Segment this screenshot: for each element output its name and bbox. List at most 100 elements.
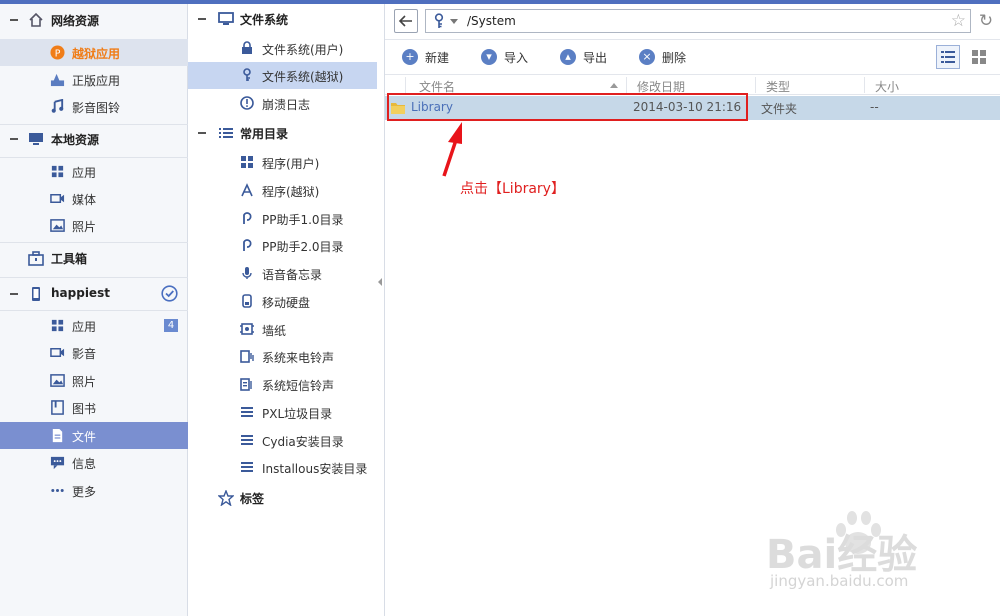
collapse-icon[interactable] [10, 19, 18, 21]
dir-item-wallpaper[interactable]: 墙纸 [188, 316, 378, 343]
dir-item-pp-1[interactable]: PP助手1.0目录 [188, 205, 378, 232]
sidebar-item-local-apps[interactable]: 应用 [0, 158, 188, 185]
section-toolbox[interactable]: 工具箱 [0, 245, 188, 271]
sidebar-item-label: 信息 [72, 457, 97, 471]
bookmark-star-icon[interactable]: ☆ [951, 11, 966, 31]
dir-item-label: 文件系统(用户) [262, 43, 344, 57]
dir-item-label: 程序(用户) [262, 157, 320, 171]
table-header: 文件名 修改日期 类型 大小 [385, 74, 1000, 95]
export-button[interactable]: ▴ 导出 [560, 48, 607, 66]
count-badge: 4 [164, 319, 178, 332]
column-divider [626, 77, 627, 93]
dir-item-filesystem-jailbreak[interactable]: 文件系统(越狱) [188, 62, 377, 89]
music-note-icon [51, 99, 64, 113]
video-icon [50, 194, 65, 203]
book-icon [51, 400, 64, 415]
sidebar-item-device-messages[interactable]: 信息 [0, 449, 188, 476]
dir-item-ringtones-call[interactable]: 系统来电铃声 [188, 343, 378, 370]
dir-item-installous[interactable]: Installous安装目录 [188, 454, 378, 481]
dir-item-label: 文件系统(越狱) [262, 70, 344, 84]
section-filesystem[interactable]: 文件系统 [188, 6, 385, 32]
new-label: 新建 [425, 50, 450, 65]
column-header-size[interactable]: 大小 [875, 78, 899, 95]
column-header-type[interactable]: 类型 [766, 78, 790, 95]
dir-item-label: 语音备忘录 [262, 268, 323, 282]
dropdown-arrow-icon[interactable] [450, 19, 458, 24]
dir-item-label: 系统来电铃声 [262, 351, 335, 365]
import-icon: ▾ [481, 49, 497, 65]
collapse-panel-arrow-icon[interactable] [376, 276, 384, 288]
ringtone-icon [240, 350, 254, 363]
section-network-resources[interactable]: 网络资源 [0, 7, 188, 33]
collapse-icon[interactable] [198, 132, 206, 134]
dir-item-label: Cydia安装目录 [262, 435, 344, 449]
dir-item-filesystem-user[interactable]: 文件系统(用户) [188, 35, 378, 62]
section-local-resources[interactable]: 本地资源 [0, 126, 188, 152]
sidebar-item-media-ringtones[interactable]: 影音图铃 [0, 93, 188, 120]
divider [0, 124, 188, 125]
delete-button[interactable]: × 删除 [639, 48, 686, 66]
usb-drive-icon [242, 294, 252, 308]
dir-item-programs-user[interactable]: 程序(用户) [188, 149, 378, 176]
sidebar-item-label: 照片 [72, 375, 97, 389]
section-tags[interactable]: 标签 [188, 485, 385, 511]
divider [0, 310, 188, 311]
phone-icon [32, 287, 40, 301]
section-device[interactable]: happiest [0, 281, 188, 307]
sms-tone-icon [240, 378, 252, 391]
collapse-icon[interactable] [10, 138, 18, 140]
dir-item-cydia[interactable]: Cydia安装目录 [188, 427, 378, 454]
dir-item-voice-memos[interactable]: 语音备忘录 [188, 260, 378, 287]
list-view-button[interactable] [936, 45, 960, 69]
checkmark-circle-icon [161, 285, 178, 302]
sidebar-item-jailbreak-apps[interactable]: P 越狱应用 [0, 39, 188, 66]
key-icon [243, 68, 251, 81]
menu-lines-icon [241, 462, 253, 472]
collapse-icon[interactable] [198, 18, 206, 20]
key-icon [434, 13, 444, 28]
sidebar-item-device-media[interactable]: 影音 [0, 339, 188, 366]
current-path[interactable]: /System [467, 14, 516, 28]
dir-item-programs-jailbreak[interactable]: 程序(越狱) [188, 177, 378, 204]
column-divider [864, 77, 865, 93]
divider [0, 242, 188, 243]
menu-lines-icon [241, 435, 253, 445]
sidebar-item-device-more[interactable]: 更多 [0, 477, 188, 504]
arrow-left-icon [398, 15, 412, 27]
dir-item-label: 系统短信铃声 [262, 379, 335, 393]
dir-item-pp-2[interactable]: PP助手2.0目录 [188, 232, 378, 259]
sidebar-item-official-apps[interactable]: 正版应用 [0, 66, 188, 93]
sidebar-item-device-files[interactable]: 文件 [0, 422, 188, 449]
dir-item-label: 程序(越狱) [262, 185, 320, 199]
refresh-button[interactable]: ↻ [974, 9, 998, 33]
dir-item-ringtones-sms[interactable]: 系统短信铃声 [188, 371, 378, 398]
collapse-icon[interactable] [10, 293, 18, 295]
new-button[interactable]: + 新建 [402, 48, 449, 66]
sidebar-item-device-books[interactable]: 图书 [0, 394, 188, 421]
dir-item-crash-logs[interactable]: 崩溃日志 [188, 90, 378, 117]
section-title: 工具箱 [51, 252, 88, 266]
highlight-box [387, 93, 748, 121]
sidebar-item-device-photos[interactable]: 照片 [0, 367, 188, 394]
dir-item-label: PP助手2.0目录 [262, 240, 344, 254]
grid-view-button[interactable] [967, 45, 991, 69]
instruction-annotation: 点击【Library】 [460, 181, 565, 197]
svg-text:P: P [55, 48, 61, 59]
document-icon [52, 428, 63, 443]
monitor-icon [29, 133, 43, 145]
sidebar-item-local-media[interactable]: 媒体 [0, 185, 188, 212]
back-button[interactable] [394, 9, 418, 33]
section-common-directories[interactable]: 常用目录 [188, 120, 385, 146]
dir-item-pxl-trash[interactable]: PXL垃圾目录 [188, 399, 378, 426]
sidebar-item-local-photos[interactable]: 照片 [0, 212, 188, 239]
path-field[interactable]: /System ☆ [425, 9, 971, 33]
section-title: 本地资源 [51, 133, 100, 147]
dir-item-usb-drive[interactable]: 移动硬盘 [188, 288, 378, 315]
sort-ascending-icon[interactable] [610, 83, 618, 88]
divider [0, 277, 188, 278]
import-button[interactable]: ▾ 导入 [481, 48, 528, 66]
sidebar-item-label: 影音图铃 [72, 101, 121, 115]
lock-icon [242, 41, 252, 54]
sidebar-item-device-apps[interactable]: 应用 4 [0, 312, 188, 339]
video-icon [50, 348, 65, 357]
